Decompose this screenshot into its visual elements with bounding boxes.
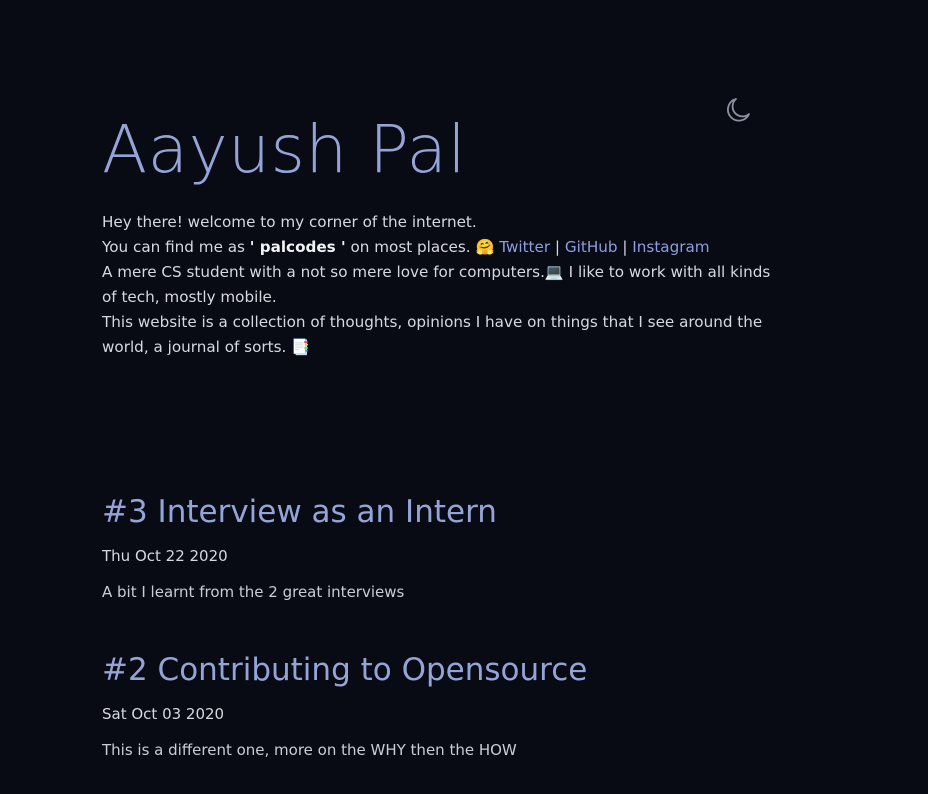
post-title-link[interactable]: #2 Contributing to Opensource	[102, 648, 802, 692]
site-title: Aayush Pal	[102, 111, 467, 188]
intro-line-website: This website is a collection of thoughts…	[102, 313, 763, 356]
post-date: Sat Oct 03 2020	[102, 705, 225, 723]
handle-prefix: You can find me as	[102, 238, 250, 256]
post-date: Thu Oct 22 2020	[102, 547, 228, 565]
post-description: A bit I learnt from the 2 great intervie…	[102, 583, 405, 601]
handle: ' palcodes '	[249, 238, 346, 256]
header: Aayush Pal Hey there! welcome to my corn…	[102, 110, 782, 360]
handle-suffix: on most places. 🤗	[345, 238, 500, 256]
post-list: #3 Interview as an Intern Thu Oct 22 202…	[102, 490, 802, 794]
post-item: #2 Contributing to Opensource Sat Oct 03…	[102, 648, 802, 760]
link-separator: |	[617, 238, 633, 256]
page: Aayush Pal Hey there! welcome to my corn…	[0, 0, 928, 794]
intro-line-welcome: Hey there! welcome to my corner of the i…	[102, 213, 477, 231]
twitter-link[interactable]: Twitter	[499, 238, 550, 256]
intro: Hey there! welcome to my corner of the i…	[102, 210, 782, 360]
post-title-link[interactable]: #3 Interview as an Intern	[102, 490, 802, 534]
post-item: #3 Interview as an Intern Thu Oct 22 202…	[102, 490, 802, 602]
intro-line-about: A mere CS student with a not so mere lov…	[102, 263, 771, 306]
post-description: This is a different one, more on the WHY…	[102, 741, 517, 759]
instagram-link[interactable]: Instagram	[632, 238, 709, 256]
intro-line-handle: You can find me as ' palcodes ' on most …	[102, 235, 782, 260]
link-separator: |	[550, 238, 565, 256]
github-link[interactable]: GitHub	[565, 238, 618, 256]
